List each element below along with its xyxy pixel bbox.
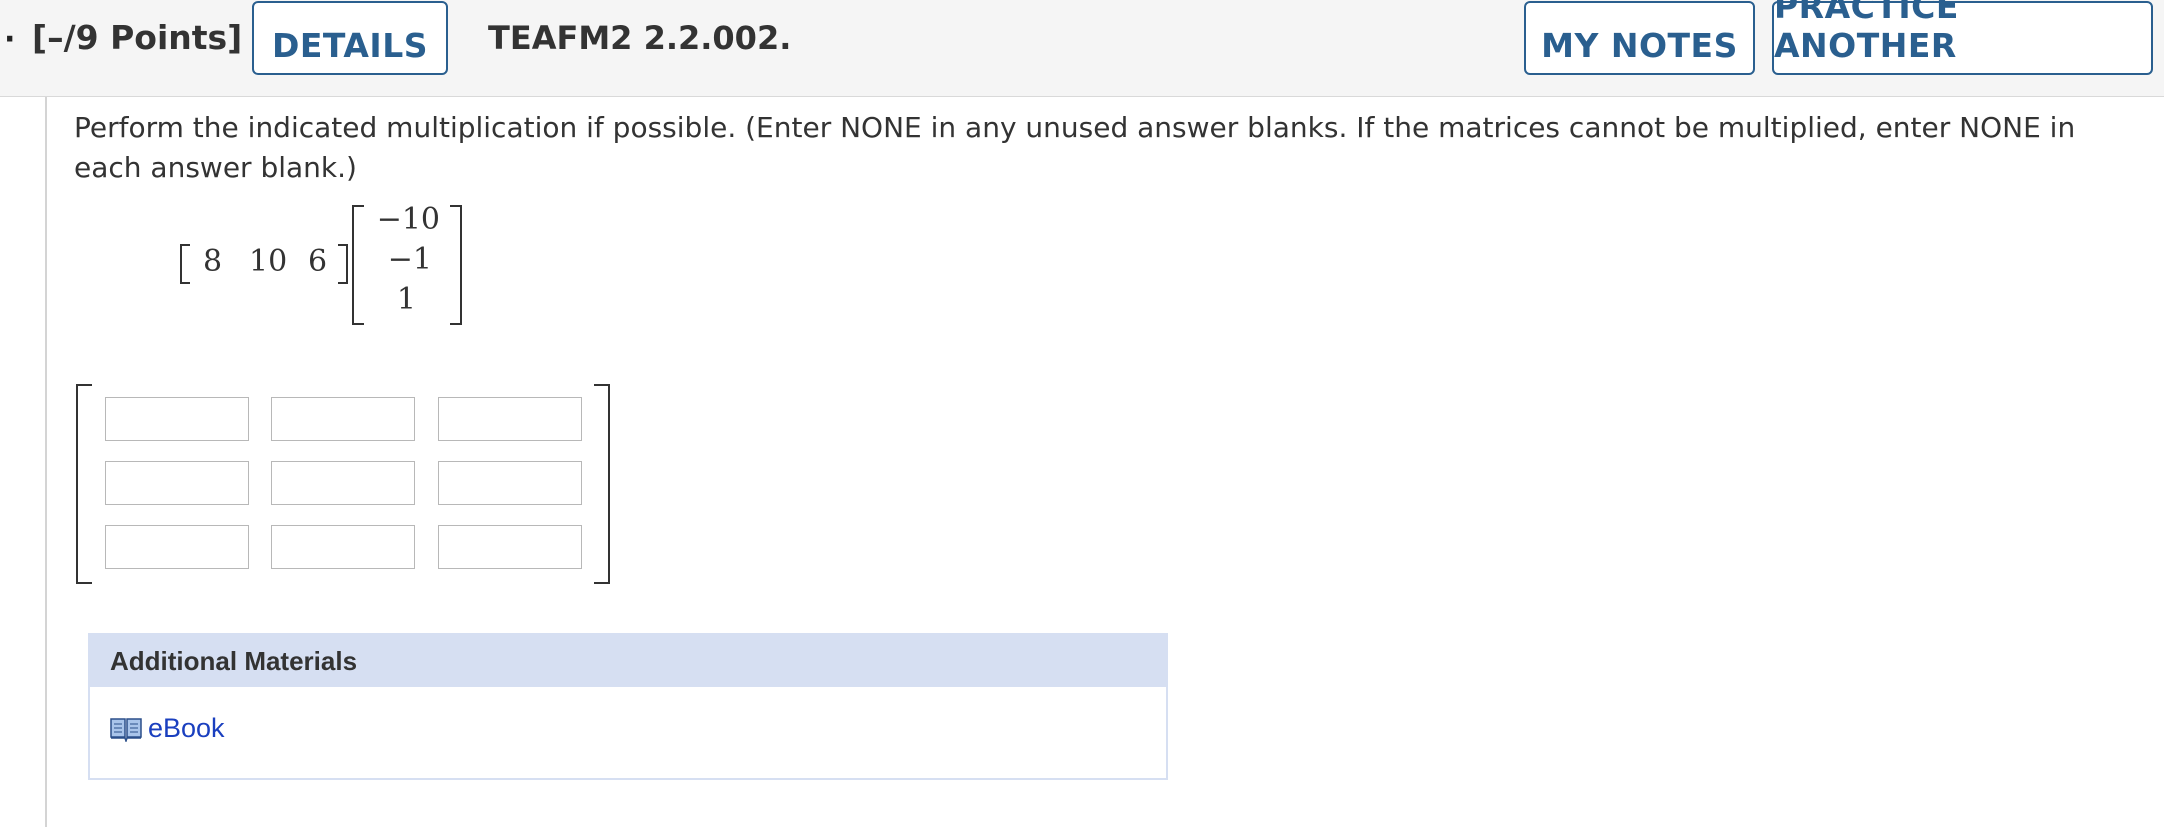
answer-cell-r2c2[interactable] (271, 461, 415, 505)
column-vector-entry: −10 (376, 202, 440, 237)
column-vector-entry: 1 (396, 282, 416, 317)
answer-cell-r2c1[interactable] (105, 461, 249, 505)
answer-cell-r3c1[interactable] (105, 525, 249, 569)
question-id: TEAFM2 2.2.002. (488, 19, 792, 57)
answer-cell-r3c3[interactable] (438, 525, 582, 569)
column-vector: −10 −1 1 (0, 0, 500, 340)
practice-another-button[interactable]: PRACTICE ANOTHER (1772, 0, 2153, 75)
ebook-link[interactable]: eBook (148, 713, 225, 744)
my-notes-button[interactable]: MY NOTES (1524, 1, 1755, 75)
book-icon (110, 717, 142, 742)
answer-cell-r1c2[interactable] (271, 397, 415, 441)
column-vector-entry: −1 (387, 242, 432, 277)
column-vector-right-bracket (450, 205, 462, 325)
answer-cell-r1c1[interactable] (105, 397, 249, 441)
additional-materials-title: Additional Materials (90, 635, 1166, 687)
answer-left-bracket (76, 384, 92, 584)
answer-cell-r2c3[interactable] (438, 461, 582, 505)
additional-materials-panel: Additional Materials eBook (88, 633, 1168, 780)
answer-cell-r3c2[interactable] (271, 525, 415, 569)
ebook-link-row[interactable]: eBook (110, 713, 225, 744)
answer-right-bracket (594, 384, 610, 584)
answer-cell-r1c3[interactable] (438, 397, 582, 441)
